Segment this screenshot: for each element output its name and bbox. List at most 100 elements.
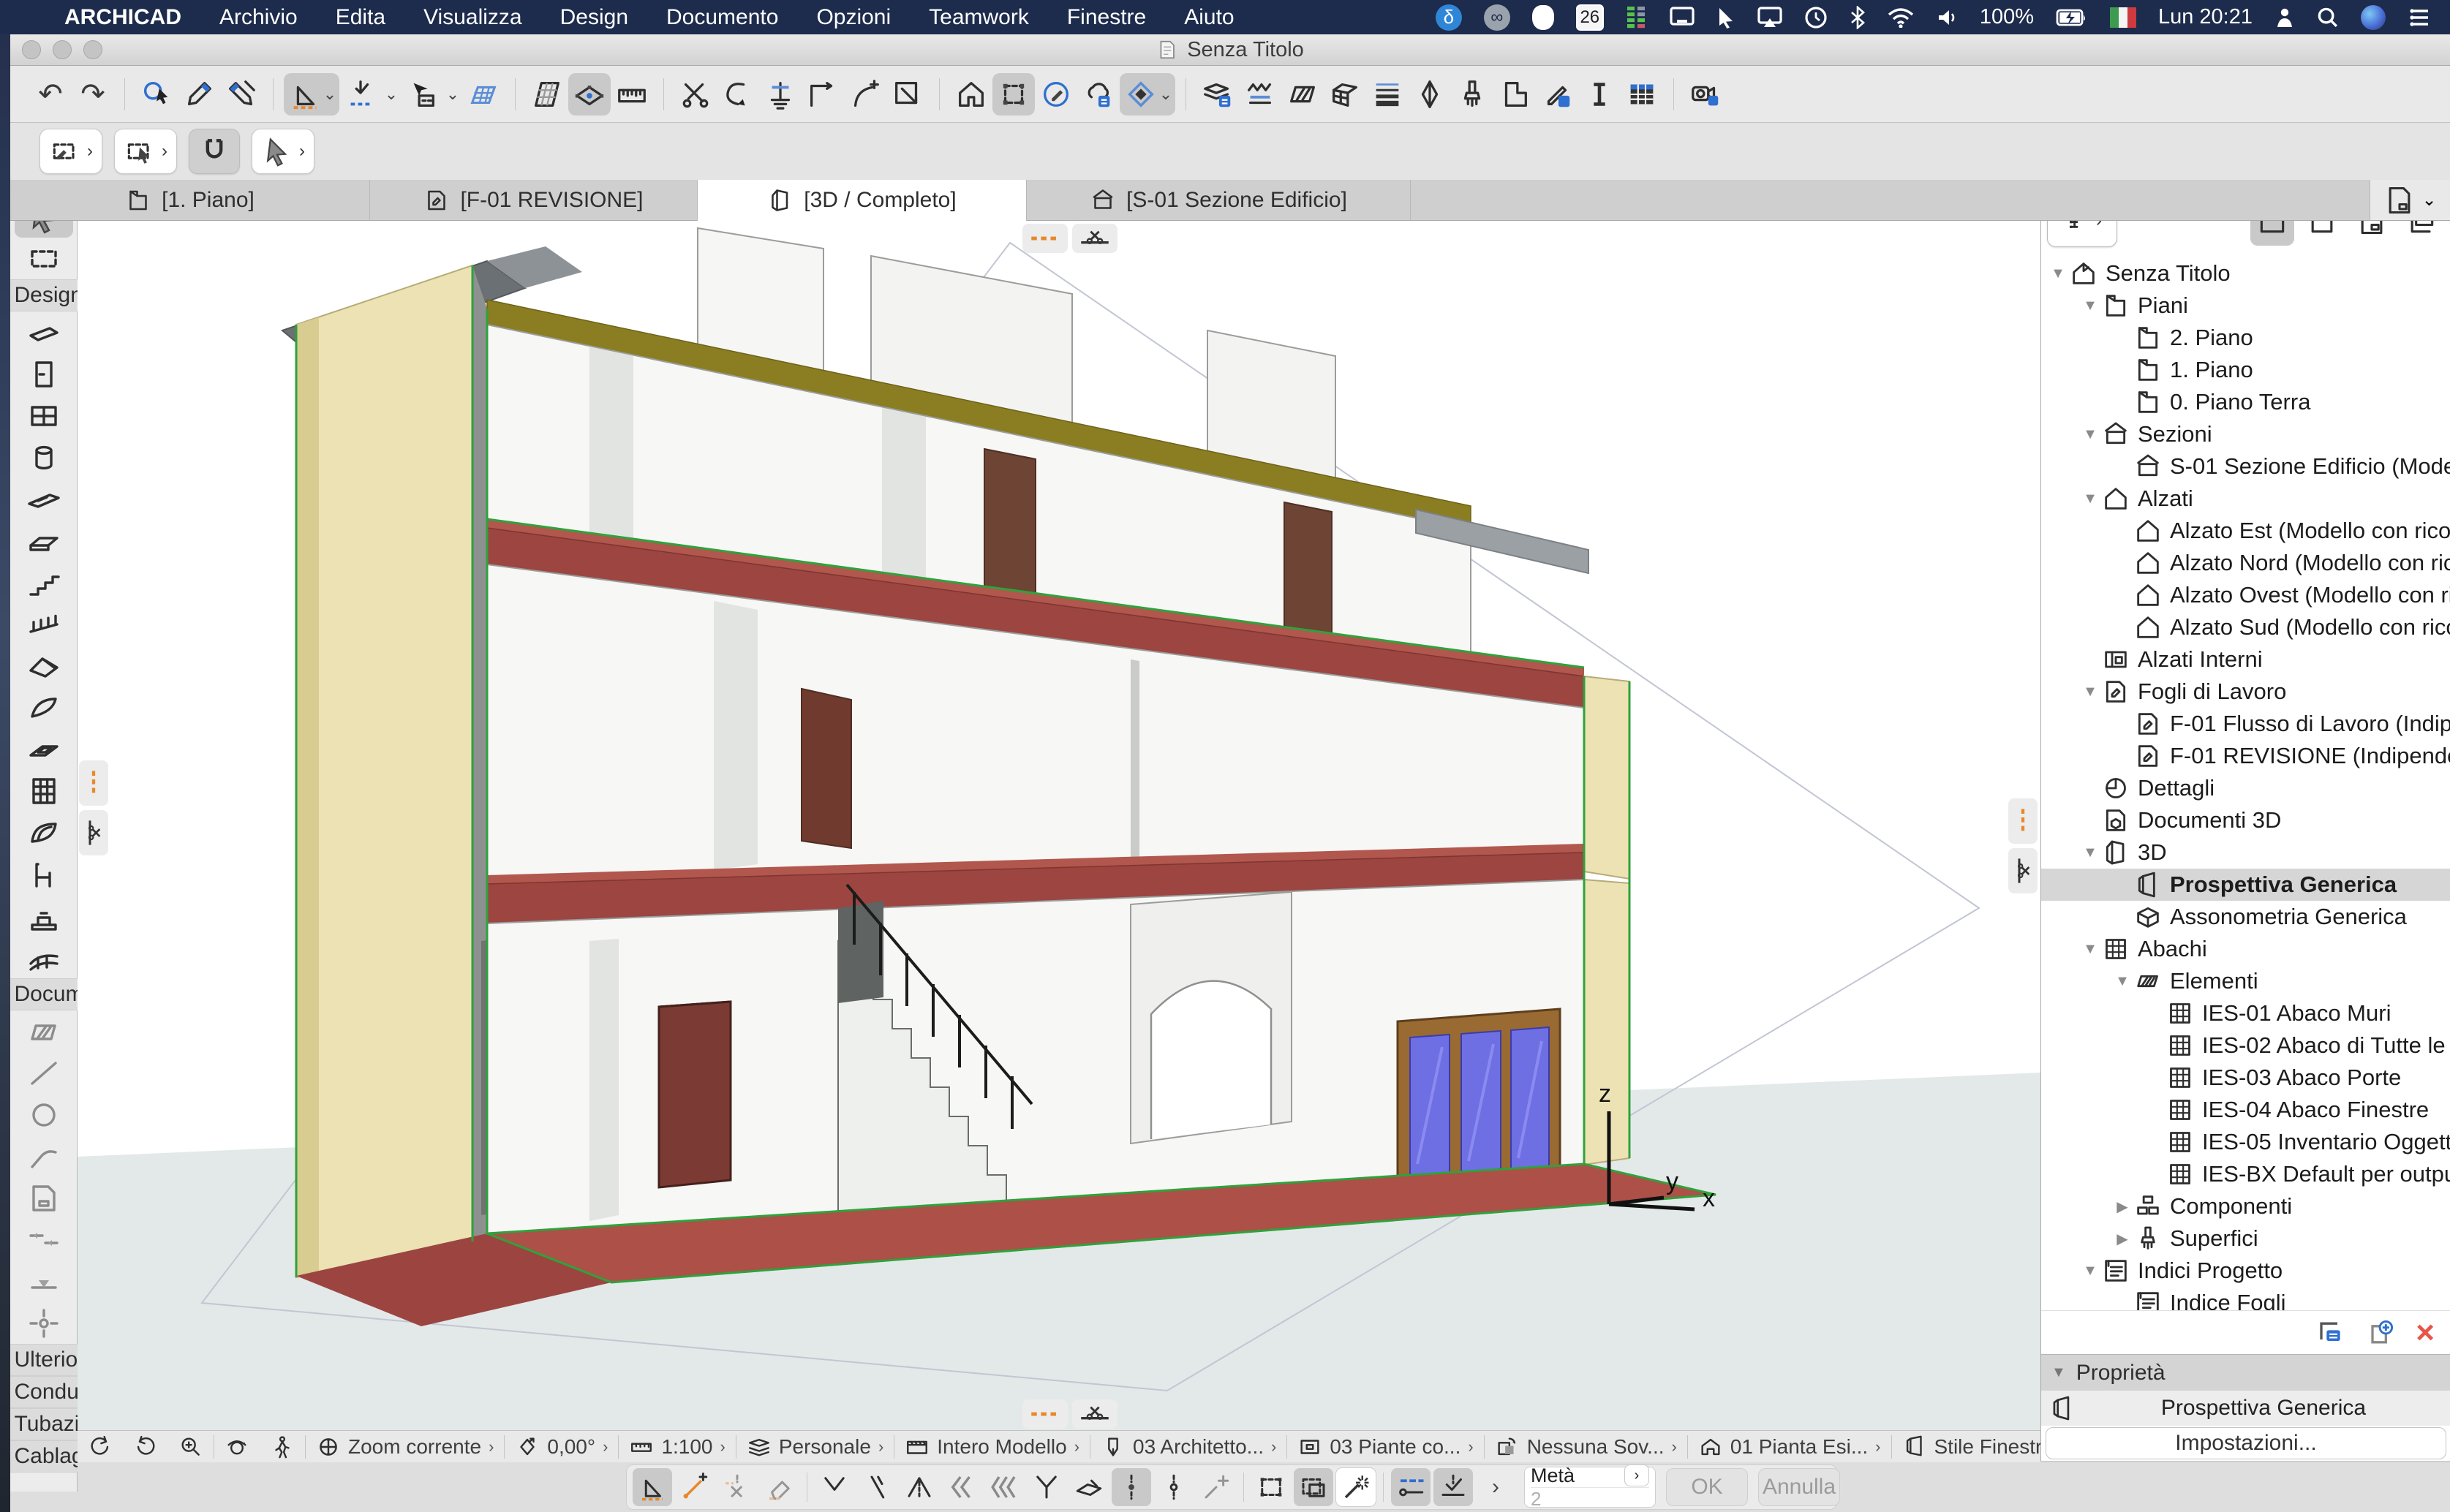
close-window-button[interactable] — [22, 40, 41, 59]
guide-line-handle[interactable] — [79, 760, 108, 806]
tree-expand-arrow[interactable]: ▼ — [2079, 844, 2101, 861]
tree-item-assonometria-generica[interactable]: Assonometria Generica — [2041, 901, 2450, 933]
istat-menus-icon[interactable] — [1626, 5, 1648, 30]
cancel-button[interactable]: Annulla — [1758, 1468, 1840, 1506]
tool-beam[interactable] — [15, 478, 73, 520]
tool-slab[interactable] — [15, 520, 73, 562]
view-settings-icon[interactable] — [2313, 1317, 2345, 1349]
tree-expand-arrow[interactable]: ▼ — [2079, 491, 2101, 507]
bluetooth-icon[interactable] — [1850, 5, 1866, 29]
more-button[interactable]: › — [1476, 1468, 1515, 1506]
menu-clock[interactable]: Lun 20:21 — [2158, 5, 2253, 29]
back-button[interactable] — [78, 1431, 123, 1463]
tree-expand-arrow[interactable]: ▼ — [2079, 684, 2101, 700]
pen-sets-button[interactable] — [1536, 73, 1578, 116]
chevron-down-icon[interactable]: ⌄ — [443, 73, 462, 116]
tree-item-indice-fogli[interactable]: Indice Fogli — [2041, 1287, 2450, 1310]
transform-button[interactable] — [992, 72, 1035, 116]
tool-fill[interactable] — [15, 1010, 73, 1052]
guide-line-handle[interactable] — [1022, 1399, 1068, 1429]
guide-setsquare-button[interactable] — [633, 1468, 672, 1506]
airplay-icon[interactable] — [1757, 6, 1782, 29]
tree-item-ies-02-abaco-di-tutte-le-aperture[interactable]: IES-02 Abaco di Tutte le Aperture — [2041, 1029, 2450, 1062]
adjust-button[interactable] — [717, 73, 759, 116]
text-styles-button[interactable] — [1578, 73, 1621, 116]
layers-button[interactable] — [1196, 73, 1239, 116]
navigator-toggle-button[interactable]: ⌄ — [2370, 180, 2450, 220]
menu-item-opzioni[interactable]: Opzioni — [797, 5, 910, 30]
draw-order-button[interactable] — [1035, 73, 1077, 116]
tree-expand-arrow[interactable]: ▼ — [2047, 265, 2069, 282]
tool-marquee[interactable] — [15, 238, 73, 279]
italy-flag-icon[interactable] — [2109, 7, 2136, 28]
tree-item-elementi[interactable]: ▼ Elementi — [2041, 965, 2450, 997]
survey-point-button[interactable] — [759, 73, 802, 116]
tab--3d-completo-[interactable]: [3D / Completo] — [698, 180, 1027, 221]
menu-app-name[interactable]: ARCHICAD — [45, 5, 200, 30]
model-view-selector[interactable]: 03 Piante co... › — [1287, 1431, 1483, 1462]
marquee-pointer-button[interactable]: › — [114, 129, 177, 174]
favorites-button[interactable] — [1077, 73, 1120, 116]
battery-icon[interactable] — [2056, 8, 2088, 27]
tree-item-senza-titolo[interactable]: ▼ Senza Titolo — [2041, 257, 2450, 290]
3d-model[interactable]: z y x — [78, 221, 2040, 1430]
layers-selector[interactable]: Personale › — [736, 1431, 894, 1462]
ruler-button[interactable] — [611, 73, 653, 116]
chevron-down-icon[interactable]: ⌄ — [1156, 72, 1175, 116]
tree-item-sezioni[interactable]: ▼ Sezioni — [2041, 418, 2450, 450]
profiles-button[interactable] — [1493, 73, 1536, 116]
tree-item-ies-04-abaco-finestre[interactable]: IES-04 Abaco Finestre — [2041, 1094, 2450, 1126]
resize-button[interactable] — [886, 73, 929, 116]
tree-item-0-piano-terra[interactable]: 0. Piano Terra — [2041, 386, 2450, 418]
menu-item-documento[interactable]: Documento — [647, 5, 797, 30]
guide-segment-button[interactable] — [675, 1468, 715, 1506]
tree-expand-arrow[interactable]: ▼ — [2079, 298, 2101, 314]
tool-circle[interactable] — [15, 1094, 73, 1135]
tree-item-fogli-di-lavoro[interactable]: ▼ Fogli di Lavoro — [2041, 676, 2450, 708]
spotlight-icon[interactable] — [2317, 7, 2339, 29]
toolbox-section-cablagg[interactable]: Cablagg — [10, 1440, 78, 1473]
snap-projection-button[interactable] — [1154, 1468, 1194, 1506]
snap-multi-offset-button[interactable] — [984, 1468, 1024, 1506]
magnet-button[interactable] — [189, 129, 240, 174]
tab--1-piano-[interactable]: [1. Piano] — [10, 180, 370, 221]
editing-plane-button[interactable] — [568, 72, 611, 116]
pick-up-parameters-button[interactable] — [178, 73, 220, 116]
pointer-mode-button[interactable]: › — [252, 129, 314, 174]
forward-button[interactable] — [123, 1431, 168, 1463]
tool-stair[interactable] — [15, 562, 73, 603]
scale-selector[interactable]: 1:100 › — [619, 1431, 735, 1462]
time-machine-icon[interactable] — [1804, 6, 1828, 29]
tool-dimension[interactable] — [15, 1219, 73, 1260]
surfaces-paint-button[interactable] — [1451, 73, 1493, 116]
magic-wand-button[interactable] — [1336, 1468, 1376, 1506]
tool-change-marker[interactable] — [15, 1302, 73, 1344]
tool-curtain-wall[interactable] — [15, 770, 73, 812]
snap-guide-toggle-button[interactable] — [1391, 1468, 1431, 1506]
tree-item-ies-03-abaco-porte[interactable]: IES-03 Abaco Porte — [2041, 1062, 2450, 1094]
split-button[interactable] — [674, 73, 717, 116]
toolbox-section-condutt[interactable]: Condutt — [10, 1376, 78, 1408]
chevron-down-icon[interactable]: ⌄ — [320, 72, 339, 116]
section-cut-handle[interactable] — [1072, 1399, 1117, 1429]
pan-selector[interactable]: Zoom corrente › — [306, 1431, 504, 1462]
menu-item-visualizza[interactable]: Visualizza — [404, 5, 541, 30]
snap-guides-button[interactable] — [339, 73, 382, 116]
ok-button[interactable]: OK — [1666, 1468, 1748, 1506]
explore-button[interactable] — [260, 1431, 305, 1463]
tool-wall[interactable] — [15, 311, 73, 353]
overlay-selector[interactable]: Nessuna Sov... › — [1485, 1431, 1687, 1462]
tool-polyline[interactable] — [15, 1135, 73, 1177]
tree-collapse-arrow[interactable]: ▶ — [2111, 1230, 2133, 1248]
undo-button[interactable]: ↶ — [29, 73, 72, 116]
schedules-button[interactable] — [1621, 73, 1663, 116]
cursor-status-icon[interactable] — [1716, 7, 1735, 29]
window-style-selector[interactable]: Stile Finestra...› — [1892, 1431, 2040, 1462]
wifi-icon[interactable] — [1888, 7, 1914, 28]
menu-item-edita[interactable]: Edita — [317, 5, 404, 30]
model-filter-selector[interactable]: Intero Modello › — [894, 1431, 1090, 1462]
snap-parallel-button[interactable] — [857, 1468, 897, 1506]
calendar-icon[interactable]: 26 — [1575, 4, 1604, 31]
tool-roof[interactable] — [15, 645, 73, 687]
tool-level-dimension[interactable] — [15, 1260, 73, 1302]
